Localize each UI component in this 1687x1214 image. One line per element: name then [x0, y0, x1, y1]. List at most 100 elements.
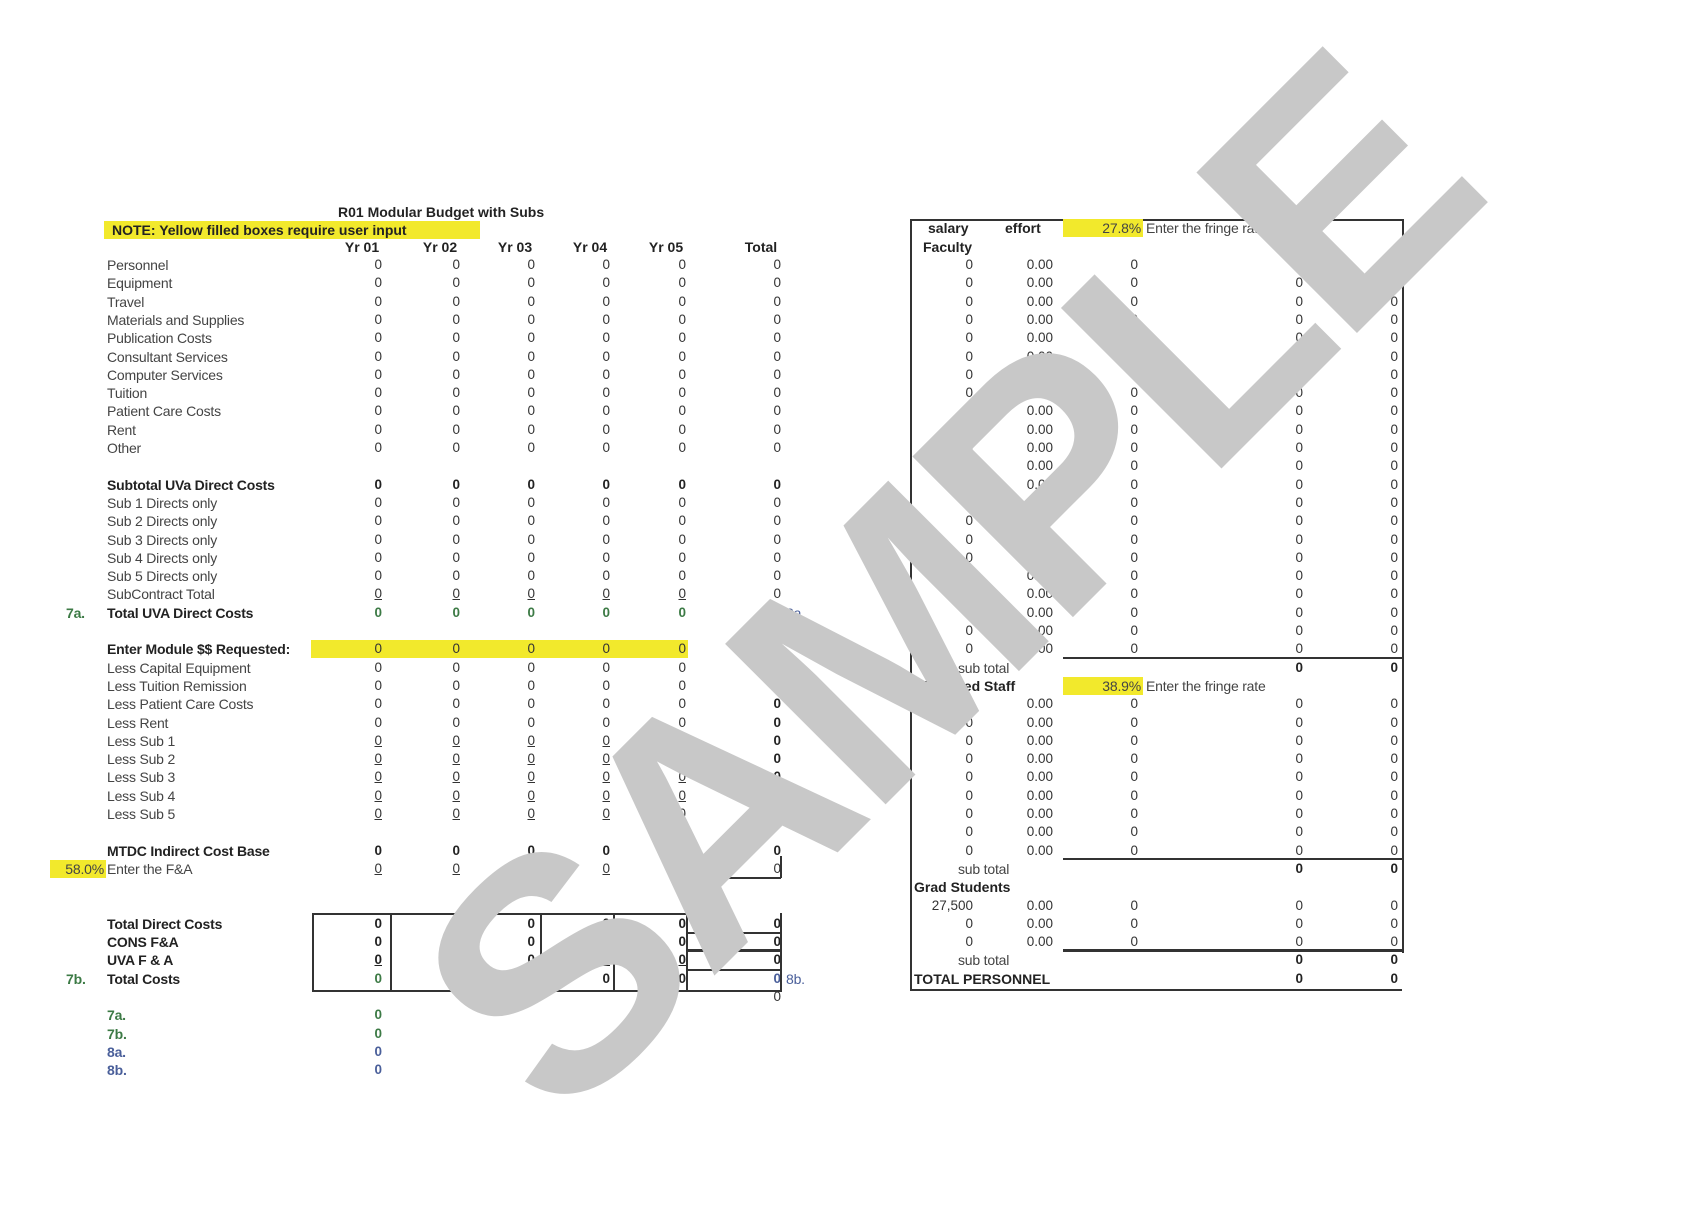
effort-cell[interactable]: 0.00 — [993, 366, 1053, 384]
effort-cell[interactable]: 0.00 — [993, 384, 1053, 402]
salary-cell[interactable]: 0 — [913, 604, 973, 622]
effort-cell[interactable]: 0.00 — [993, 640, 1053, 658]
effort-cell[interactable]: 0.00 — [993, 567, 1053, 585]
value-cell: 0 — [374, 751, 382, 767]
amount-cell: 0 — [1390, 330, 1398, 346]
input-cell[interactable]: 0 — [342, 640, 382, 658]
effort-cell[interactable]: 0.00 — [993, 915, 1053, 933]
salary-cell[interactable]: 0 — [913, 366, 973, 384]
effort-cell[interactable]: 0.00 — [993, 604, 1053, 622]
row-label: UVA F & A — [107, 952, 174, 969]
salary-cell[interactable]: 0 — [913, 476, 973, 494]
effort-cell[interactable]: 0.00 — [993, 348, 1053, 366]
amount-cell: 0 — [1130, 696, 1138, 712]
amount-cell: 0 — [1130, 293, 1138, 309]
salary-cell[interactable]: 0 — [913, 439, 973, 457]
salary-cell[interactable]: 0 — [913, 622, 973, 640]
amount-cell: 0 — [1295, 549, 1303, 565]
salary-cell[interactable]: 0 — [913, 256, 973, 274]
effort-cell[interactable]: 0.00 — [993, 494, 1053, 512]
effort-cell[interactable]: 0.00 — [993, 695, 1053, 713]
value-cell: 0 — [602, 568, 610, 584]
salary-cell[interactable]: 0 — [913, 311, 973, 329]
effort-cell[interactable]: 0.00 — [993, 750, 1053, 768]
effort-cell[interactable]: 0.00 — [993, 256, 1053, 274]
salary-cell[interactable]: 0 — [913, 695, 973, 713]
amount-cell: 0 — [1295, 623, 1303, 638]
value-cell: 0 — [527, 348, 535, 364]
salary-cell[interactable]: 0 — [913, 915, 973, 933]
salary-cell[interactable]: 0 — [913, 531, 973, 549]
salary-cell[interactable]: 0 — [913, 805, 973, 823]
salary-cell[interactable]: 0 — [913, 768, 973, 786]
amount-cell: 0 — [1295, 696, 1303, 712]
effort-cell[interactable]: 0.00 — [993, 714, 1053, 732]
effort-cell[interactable]: 0.00 — [993, 476, 1053, 494]
effort-cell[interactable]: 0.00 — [993, 549, 1053, 567]
salary-cell[interactable]: 0 — [913, 842, 973, 860]
input-cell[interactable]: 0 — [646, 640, 686, 658]
salary-cell[interactable]: 0 — [913, 750, 973, 768]
effort-cell[interactable]: 0.00 — [993, 421, 1053, 439]
input-cell[interactable]: 0 — [495, 640, 535, 658]
salary-cell[interactable]: 0 — [913, 732, 973, 750]
fringe-rate-input[interactable]: 38.9% — [1063, 676, 1143, 695]
value-cell: 0 — [374, 403, 382, 419]
row-label: Less Sub 5 — [107, 806, 176, 822]
salary-cell[interactable]: 27,500 — [913, 897, 973, 915]
salary-cell[interactable]: 0 — [913, 823, 973, 841]
salary-cell[interactable]: 0 — [913, 714, 973, 732]
effort-cell[interactable]: 0.00 — [993, 329, 1053, 347]
effort-cell[interactable]: 0.00 — [993, 457, 1053, 475]
effort-cell[interactable]: 0.00 — [993, 823, 1053, 841]
amount-cell: 0 — [1390, 421, 1398, 437]
salary-cell[interactable]: 0 — [913, 567, 973, 585]
effort-cell[interactable]: 0.00 — [993, 933, 1053, 951]
total-personnel-value: 0 — [1390, 970, 1398, 986]
salary-cell[interactable]: 0 — [913, 329, 973, 347]
row-label: CONS F&A — [107, 934, 179, 951]
value-cell: 0 — [602, 366, 610, 382]
salary-cell[interactable]: 0 — [913, 512, 973, 530]
effort-cell[interactable]: 0.00 — [993, 311, 1053, 329]
salary-cell[interactable]: 0 — [913, 494, 973, 512]
effort-cell[interactable]: 0.00 — [993, 585, 1053, 603]
value-cell: 0 — [452, 696, 460, 712]
salary-cell[interactable]: 0 — [913, 402, 973, 420]
effort-cell[interactable]: 0.00 — [993, 512, 1053, 530]
salary-cell[interactable]: 0 — [913, 549, 973, 567]
salary-cell[interactable]: 0 — [913, 933, 973, 951]
row-label: Rent — [107, 421, 136, 438]
amount-cell: 0 — [1130, 586, 1138, 602]
effort-cell[interactable]: 0.00 — [993, 768, 1053, 786]
salary-cell[interactable]: 0 — [913, 293, 973, 311]
value-cell: 0 — [527, 860, 535, 876]
effort-cell[interactable]: 0.00 — [993, 439, 1053, 457]
salary-cell[interactable]: 0 — [913, 640, 973, 658]
value-cell: 0 — [452, 934, 460, 950]
effort-cell[interactable]: 0.00 — [993, 842, 1053, 860]
fringe-rate-input[interactable]: 27.8% — [1063, 219, 1143, 238]
effort-cell[interactable]: 0.00 — [993, 293, 1053, 311]
effort-cell[interactable]: 0.00 — [993, 402, 1053, 420]
effort-cell[interactable]: 0.00 — [993, 531, 1053, 549]
effort-cell[interactable]: 0.00 — [993, 622, 1053, 640]
input-cell[interactable]: 0 — [420, 640, 460, 658]
salary-cell[interactable]: 0 — [913, 421, 973, 439]
input-cell[interactable]: 0 — [570, 640, 610, 658]
salary-cell[interactable]: 0 — [913, 384, 973, 402]
fa-rate-input[interactable]: 58.0% — [50, 859, 106, 878]
effort-cell[interactable]: 0.00 — [993, 732, 1053, 750]
salary-cell[interactable]: 0 — [913, 787, 973, 805]
effort-cell[interactable]: 0.00 — [993, 897, 1053, 915]
value-cell: 0 — [527, 494, 535, 510]
value-cell: 0 — [773, 714, 781, 730]
salary-cell[interactable]: 0 — [913, 274, 973, 292]
effort-cell[interactable]: 0.00 — [993, 274, 1053, 292]
effort-cell[interactable]: 0.00 — [993, 787, 1053, 805]
salary-cell[interactable]: 0 — [913, 585, 973, 603]
salary-cell[interactable]: 0 — [913, 457, 973, 475]
row-label: Equipment — [107, 275, 173, 292]
effort-cell[interactable]: 0.00 — [993, 805, 1053, 823]
salary-cell[interactable]: 0 — [913, 348, 973, 366]
